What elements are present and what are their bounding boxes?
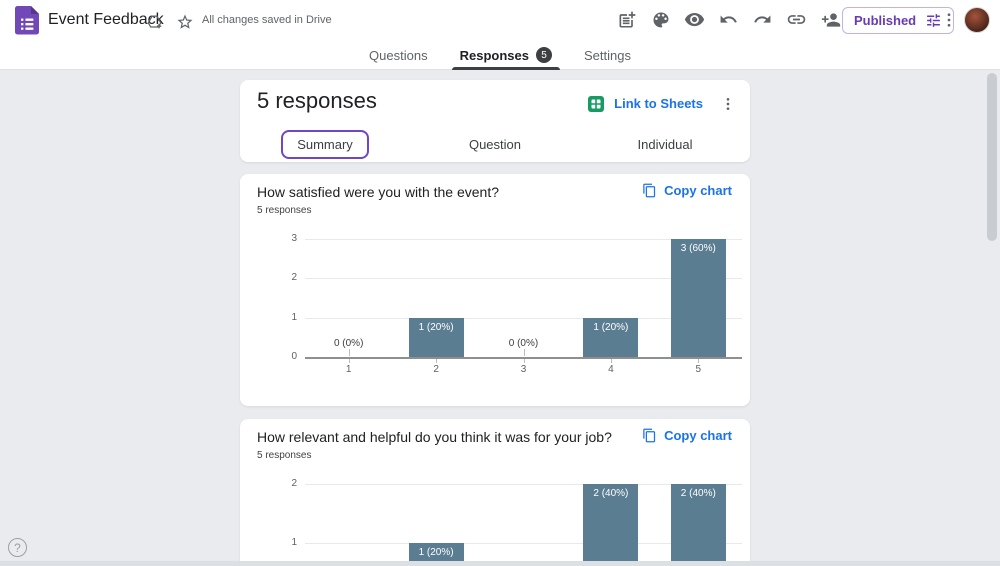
tab-individual[interactable]: Individual [580,137,750,152]
chart-bar: 2 (40%) [670,484,726,566]
viewport-bottom-edge [0,561,1000,566]
redo-icon[interactable] [752,9,773,30]
chart-question-title: How satisfied were you with the event? [257,184,500,200]
google-forms-responses-page: Event Feedback All changes saved in Driv… [0,0,1000,566]
tab-responses[interactable]: Responses 5 [451,40,560,70]
x-tick-mark [523,359,525,363]
form-nav-tabs: Questions Responses 5 Settings [0,40,1000,70]
x-tick-mark [348,359,350,363]
undo-icon[interactable] [718,9,739,30]
responses-more-options-icon[interactable] [717,93,738,114]
question-mark-icon: ? [14,540,21,555]
zero-tick [523,349,525,356]
tab-settings[interactable]: Settings [581,40,634,70]
x-tick-label: 2 [433,364,439,375]
bar-value-label: 2 (40%) [680,488,716,499]
add-shortcut-to-drive-icon[interactable] [144,11,165,32]
y-tick-label: 2 [291,272,297,284]
y-tick-label: 1 [291,311,297,323]
chart-bar: 2 (40%) [583,484,639,566]
tab-question[interactable]: Question [410,137,580,152]
help-button[interactable]: ? [8,538,27,557]
chart-response-count: 5 responses [257,450,312,461]
bar-chart-satisfaction: 0 1 2 3 0 (0%) 1 1 (20%) 2 0 (0%) 3 1 (20%) 4 3 (60%… [291,233,742,375]
y-tick-label: 2 [291,478,297,489]
copy-icon [643,428,656,443]
y-tick-label: 1 [291,537,297,548]
chart-bar: 3 (60%) [670,239,726,357]
bar-value-label: 1 (20%) [418,321,454,333]
chart-response-count: 5 responses [257,205,312,216]
google-forms-logo-icon[interactable] [14,5,40,40]
y-tick-label: 3 [291,233,297,245]
vertical-scrollbar[interactable] [987,73,997,241]
user-avatar[interactable] [964,7,990,33]
copy-chart-button[interactable]: Copy chart [642,183,732,198]
x-axis-line [305,357,742,359]
copy-chart-button[interactable]: Copy chart [642,428,732,443]
zero-value-label: 0 (0%) [333,338,364,349]
document-add-icon[interactable] [616,9,637,30]
chart-card-satisfaction: How satisfied were you with the event? 5… [240,174,750,406]
chart-card-relevance: How relevant and helpful do you think it… [240,419,750,566]
active-tab-underline [451,67,560,70]
header-toolbar [616,9,841,30]
star-icon[interactable] [174,11,195,32]
tab-questions[interactable]: Questions [366,40,431,70]
add-collaborators-icon[interactable] [820,9,841,30]
responses-summary-card: 5 responses Link to Sheets Summary Quest… [240,80,750,162]
responses-view-tabs: Summary Question Individual [240,127,750,161]
bar-value-label: 1 (20%) [418,547,454,558]
preview-eye-icon[interactable] [684,9,705,30]
tab-summary[interactable]: Summary [240,129,410,159]
x-tick-label: 1 [345,364,352,375]
responses-count-badge: 5 [535,47,552,63]
bar-value-label: 2 (40%) [593,488,629,499]
palette-theme-icon[interactable] [650,9,671,30]
bar-chart-relevance: 1 2 1 (20%) 2 (40%) 2 (40%) [291,470,742,566]
zero-value-label: 0 (0%) [508,338,539,349]
bar-value-label: 3 (60%) [680,243,716,254]
x-tick-mark [436,359,438,363]
more-options-icon[interactable] [938,9,959,30]
bar-value-label: 1 (20%) [593,321,629,333]
zero-tick [348,349,350,356]
x-tick-mark [610,359,612,363]
x-tick-mark [698,359,700,363]
copy-icon [643,183,656,198]
y-tick-label: 0 [291,351,297,362]
x-tick-label: 5 [695,364,702,375]
google-sheets-icon [588,95,605,112]
save-status: All changes saved in Drive [202,14,332,26]
chart-question-title: How relevant and helpful do you think it… [257,429,612,445]
copy-link-icon[interactable] [786,9,807,30]
chart-bar: 1 (20%) [583,317,639,357]
published-label: Published [854,13,917,28]
responses-count-heading: 5 responses [257,88,377,113]
chart-bar: 1 (20%) [408,317,464,357]
x-tick-label: 3 [520,364,527,375]
x-tick-label: 4 [608,364,614,375]
link-to-sheets-link[interactable]: Link to Sheets [614,96,703,111]
app-header: Event Feedback All changes saved in Driv… [0,0,1000,70]
